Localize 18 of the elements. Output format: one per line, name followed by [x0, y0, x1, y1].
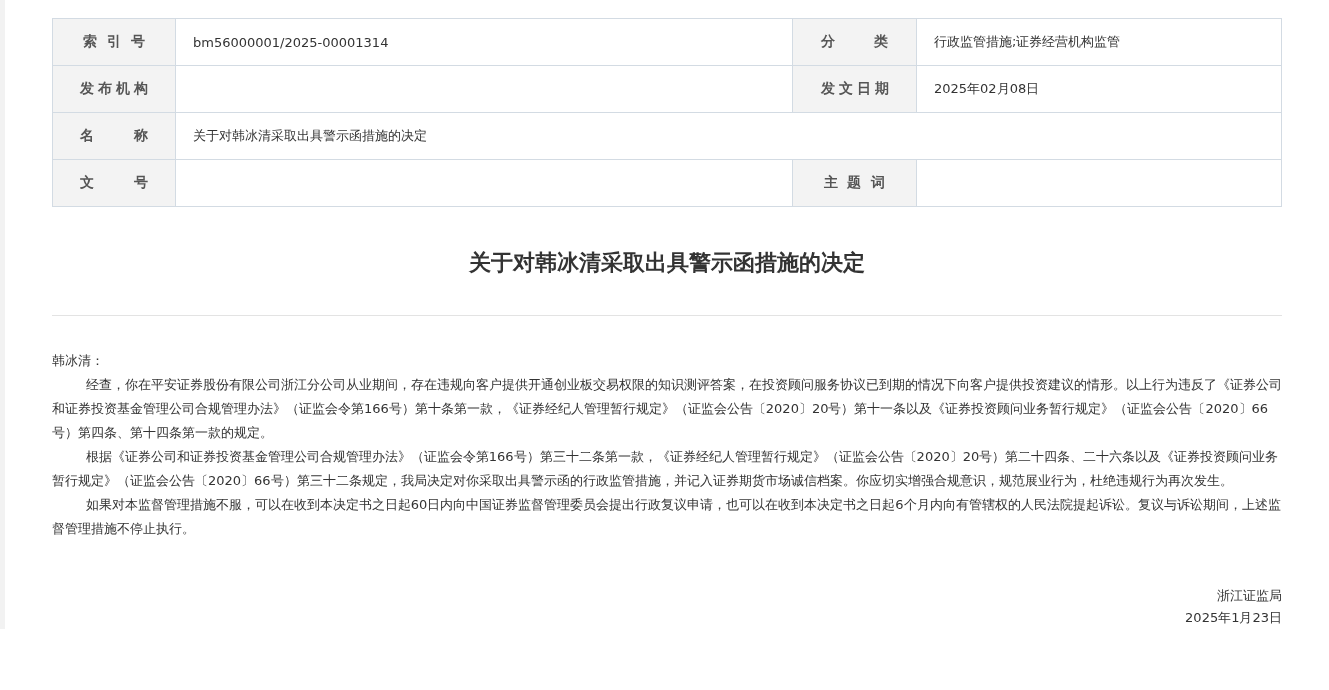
table-header-cell: 分 类 [793, 19, 917, 66]
table-cell: 关于对韩冰清采取出具警示函措施的决定 [176, 113, 1282, 160]
issue-date: 2025年1月23日 [1185, 609, 1282, 627]
issuer-name: 浙江证监局 [1217, 587, 1282, 605]
table-cell: 行政监管措施;证券经营机构监管 [917, 19, 1282, 66]
body-paragraph: 经查，你在平安证券股份有限公司浙江分公司从业期间，存在违规向客户提供开通创业板交易权限的知识测评答案，在投资顾问服务协议已到期的情况下向客户提供投资建议的情形。以上行为违反了《证券公司和证券投资基金管理公司合规管理办法》（证监会令第166号）第十条第一款，《证券经纪人管理暂行规定》（证监会公告〔2020〕20号）第十一条以及《证券投资顾问业务暂行规定》（证监会公告〔2020〕66号）第四条、第十四条第一款的规定。 [52, 376, 1282, 442]
body-paragraph: 根据《证券公司和证券投资基金管理公司合规管理办法》（证监会令第166号）第三十二条第一款，《证券经纪人管理暂行规定》（证监会公告〔2020〕20号）第二十四条、二十六条以及《证券投资顾问业务暂行规定》（证监会公告〔2020〕66号）第三十二条规定，我局决定对你采取出具警示函的行政监管措施，并记入证券期货市场诚信档案。你应切实增强合规意识，规范展业行为，杜绝违规行为再次发生。 [52, 448, 1280, 490]
table-header-cell: 发布机构 [53, 66, 176, 113]
salutation: 韩冰清： [52, 352, 105, 370]
table-header-cell: 索 引 号 [53, 19, 176, 66]
table-header-cell: 发文日期 [793, 66, 917, 113]
table-header-cell: 主 题 词 [793, 160, 917, 207]
table-header-cell: 文 号 [53, 160, 176, 207]
table-cell: 2025年02月08日 [917, 66, 1282, 113]
table-cell: bm56000001/2025-00001314 [176, 19, 793, 66]
body-paragraph: 如果对本监督管理措施不服，可以在收到本决定书之日起60日内向中国证券监督管理委员会提出行政复议申请，也可以在收到本决定书之日起6个月内向有管辖权的人民法院提起诉讼。复议与诉讼期间，上述监督管理措施不停止执行。 [52, 496, 1282, 538]
table-header-cell: 名 称 [53, 113, 176, 160]
document-title: 关于对韩冰清采取出具警示函措施的决定 [52, 247, 1282, 316]
